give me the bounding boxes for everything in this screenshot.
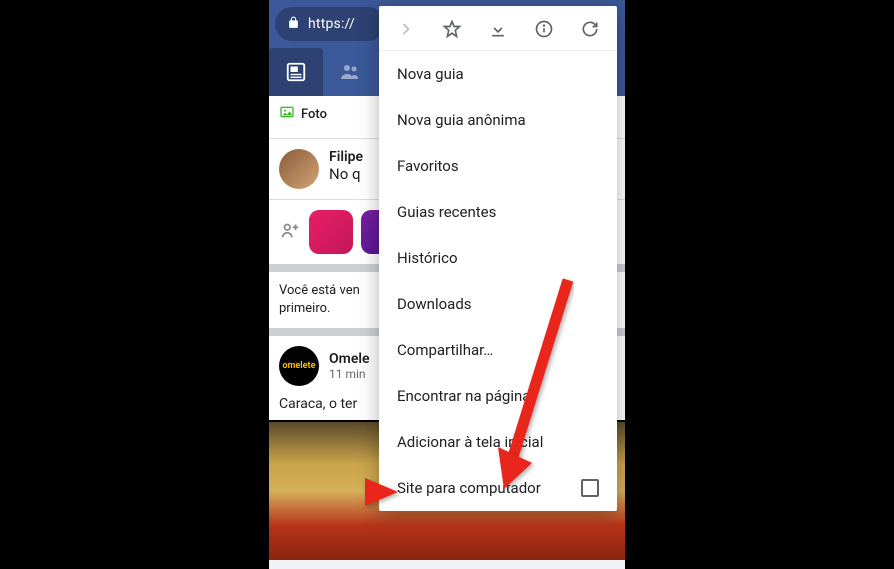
menu-incognito-tab[interactable]: Nova guia anônima — [379, 97, 617, 143]
tab-newsfeed[interactable] — [269, 48, 323, 96]
avatar — [279, 149, 319, 189]
photo-icon — [279, 104, 295, 124]
composer-photo-label: Foto — [301, 107, 327, 122]
chrome-menu: Nova guia Nova guia anônima Favoritos Gu… — [379, 6, 617, 511]
page-avatar: omelete — [279, 346, 319, 386]
friends-small-icon — [279, 219, 301, 245]
reload-icon[interactable] — [579, 18, 601, 40]
menu-bookmarks[interactable]: Favoritos — [379, 143, 617, 189]
download-icon[interactable] — [487, 18, 509, 40]
story-tile[interactable] — [309, 210, 353, 254]
menu-downloads[interactable]: Downloads — [379, 281, 617, 327]
phone-screen: https:// Foto Filipe No q — [269, 0, 625, 569]
menu-icon-row — [379, 6, 617, 51]
url-text: https:// — [308, 16, 355, 32]
tab-friends[interactable] — [323, 48, 377, 96]
menu-history[interactable]: Histórico — [379, 235, 617, 281]
desktop-site-checkbox[interactable] — [581, 479, 599, 497]
menu-recent-tabs[interactable]: Guias recentes — [379, 189, 617, 235]
url-box[interactable]: https:// — [275, 7, 385, 41]
info-icon[interactable] — [533, 18, 555, 40]
lock-icon — [287, 16, 300, 33]
menu-desktop-site[interactable]: Site para computador — [379, 465, 617, 511]
page-name: Omele — [329, 351, 370, 367]
menu-share[interactable]: Compartilhar… — [379, 327, 617, 373]
forward-icon[interactable] — [395, 18, 417, 40]
page-time: 11 min — [329, 367, 370, 381]
star-icon[interactable] — [441, 18, 463, 40]
menu-add-to-homescreen[interactable]: Adicionar à tela inicial — [379, 419, 617, 465]
menu-find-in-page[interactable]: Encontrar na página — [379, 373, 617, 419]
menu-new-tab[interactable]: Nova guia — [379, 51, 617, 97]
